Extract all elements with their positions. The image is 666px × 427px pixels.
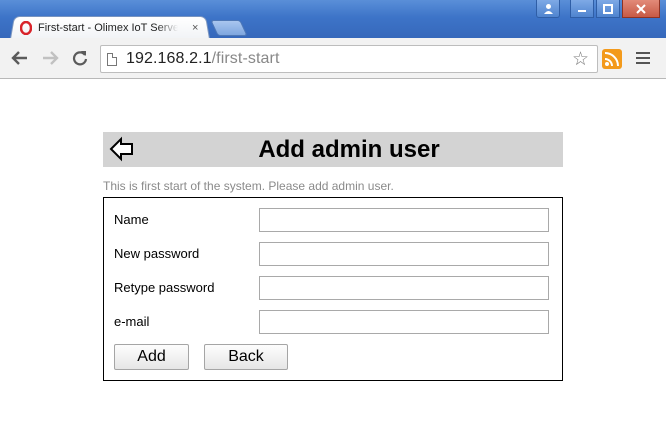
page-subtitle: This is first start of the system. Pleas…	[103, 179, 394, 193]
url-text: 192.168.2.1/first-start	[126, 50, 280, 67]
tab-title: First-start - Olimex IoT Server	[38, 22, 178, 34]
minimize-icon[interactable]	[570, 0, 594, 18]
page-title: Add admin user	[258, 136, 440, 163]
email-label: e-mail	[114, 314, 150, 329]
browser-menu-icon[interactable]	[636, 50, 650, 66]
back-arrow-icon[interactable]	[109, 135, 135, 163]
form-row-new-password: New password	[114, 242, 550, 266]
retype-password-label: Retype password	[114, 280, 215, 295]
reload-icon[interactable]	[68, 46, 92, 70]
new-tab-button[interactable]	[210, 20, 248, 36]
back-arrow-icon[interactable]	[8, 46, 32, 70]
form-row-name: Name	[114, 208, 550, 232]
admin-user-form: Name New password Retype password e-mail…	[103, 197, 563, 381]
tab-content: First-start - Olimex IoT Server	[20, 19, 188, 37]
bookmark-star-icon[interactable]: ☆	[572, 48, 589, 71]
rss-feed-icon[interactable]	[602, 49, 622, 69]
tab-close-icon[interactable]: ×	[192, 21, 198, 35]
new-password-label: New password	[114, 246, 200, 261]
opera-favicon-icon	[20, 20, 33, 36]
maximize-icon[interactable]	[596, 0, 620, 18]
name-input[interactable]	[259, 208, 549, 232]
add-button[interactable]: Add	[114, 344, 189, 370]
email-input[interactable]	[259, 310, 549, 334]
form-row-email: e-mail	[114, 310, 550, 334]
name-label: Name	[114, 212, 149, 227]
page-header: Add admin user	[103, 132, 563, 167]
back-button[interactable]: Back	[204, 344, 288, 370]
form-row-retype-password: Retype password	[114, 276, 550, 300]
retype-password-input[interactable]	[259, 276, 549, 300]
user-profile-icon[interactable]	[536, 0, 560, 18]
forward-arrow-icon[interactable]	[38, 46, 62, 70]
close-window-icon[interactable]	[622, 0, 660, 18]
new-password-input[interactable]	[259, 242, 549, 266]
window-controls	[536, 0, 660, 18]
page-icon	[107, 52, 117, 66]
address-bar[interactable]: 192.168.2.1/first-start ☆	[100, 45, 598, 73]
